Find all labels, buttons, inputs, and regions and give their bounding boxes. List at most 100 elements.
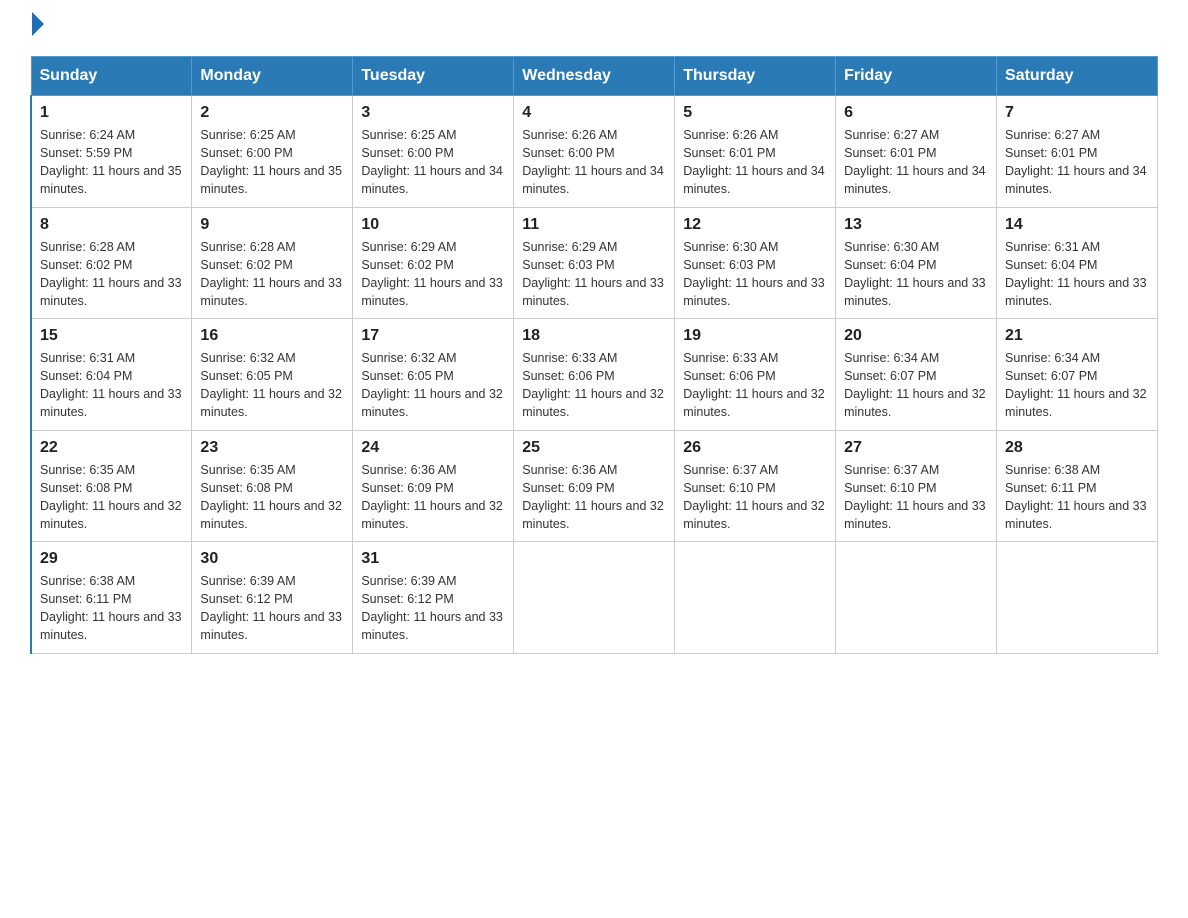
day-info: Sunrise: 6:34 AMSunset: 6:07 PMDaylight:… xyxy=(1005,349,1149,422)
day-number: 27 xyxy=(844,439,988,457)
calendar-week-row: 1Sunrise: 6:24 AMSunset: 5:59 PMDaylight… xyxy=(31,96,1158,208)
calendar-day-cell: 15 Sunrise: 6:31 AMSunset: 6:04 PMDayligh… xyxy=(31,319,192,431)
calendar-day-cell: 30 Sunrise: 6:39 AMSunset: 6:12 PMDayligh… xyxy=(192,542,353,654)
day-number: 31 xyxy=(361,550,505,568)
calendar-day-cell xyxy=(675,542,836,654)
calendar-day-cell: 12Sunrise: 6:30 AMSunset: 6:03 PMDayligh… xyxy=(675,207,836,319)
day-info: Sunrise: 6:25 AMSunset: 6:00 PMDaylight:… xyxy=(361,126,505,199)
day-number: 14 xyxy=(1005,216,1149,234)
weekday-header-tuesday: Tuesday xyxy=(353,57,514,96)
day-info: Sunrise: 6:28 AMSunset: 6:02 PMDaylight:… xyxy=(200,238,344,311)
day-info: Sunrise: 6:26 AMSunset: 6:01 PMDaylight:… xyxy=(683,126,827,199)
weekday-header-wednesday: Wednesday xyxy=(514,57,675,96)
calendar-day-cell: 22Sunrise: 6:35 AMSunset: 6:08 PMDayligh… xyxy=(31,430,192,542)
day-number: 2 xyxy=(200,104,344,122)
calendar-day-cell: 1Sunrise: 6:24 AMSunset: 5:59 PMDaylight… xyxy=(31,96,192,208)
calendar-day-cell: 21 Sunrise: 6:34 AMSunset: 6:07 PMDayligh… xyxy=(997,319,1158,431)
day-number: 30 xyxy=(200,550,344,568)
calendar-day-cell: 11 Sunrise: 6:29 AMSunset: 6:03 PMDayligh… xyxy=(514,207,675,319)
day-info: Sunrise: 6:31 AMSunset: 6:04 PMDaylight:… xyxy=(1005,238,1149,311)
day-number: 9 xyxy=(200,216,344,234)
day-info: Sunrise: 6:27 AMSunset: 6:01 PMDaylight:… xyxy=(844,126,988,199)
day-number: 8 xyxy=(40,216,183,234)
day-info: Sunrise: 6:36 AMSunset: 6:09 PMDaylight:… xyxy=(361,461,505,534)
weekday-header-thursday: Thursday xyxy=(675,57,836,96)
day-info: Sunrise: 6:33 AMSunset: 6:06 PMDaylight:… xyxy=(522,349,666,422)
day-info: Sunrise: 6:28 AMSunset: 6:02 PMDaylight:… xyxy=(40,238,183,311)
day-number: 28 xyxy=(1005,439,1149,457)
day-number: 3 xyxy=(361,104,505,122)
calendar-day-cell: 28 Sunrise: 6:38 AMSunset: 6:11 PMDayligh… xyxy=(997,430,1158,542)
day-info: Sunrise: 6:35 AMSunset: 6:08 PMDaylight:… xyxy=(40,461,183,534)
day-info: Sunrise: 6:33 AMSunset: 6:06 PMDaylight:… xyxy=(683,349,827,422)
day-number: 24 xyxy=(361,439,505,457)
logo-arrow-icon xyxy=(32,12,44,36)
weekday-header-friday: Friday xyxy=(836,57,997,96)
day-number: 10 xyxy=(361,216,505,234)
day-info: Sunrise: 6:39 AMSunset: 6:12 PMDaylight:… xyxy=(200,572,344,645)
day-info: Sunrise: 6:39 AMSunset: 6:12 PMDaylight:… xyxy=(361,572,505,645)
day-info: Sunrise: 6:29 AMSunset: 6:02 PMDaylight:… xyxy=(361,238,505,311)
calendar-day-cell: 6 Sunrise: 6:27 AMSunset: 6:01 PMDaylight… xyxy=(836,96,997,208)
calendar-day-cell: 10 Sunrise: 6:29 AMSunset: 6:02 PMDayligh… xyxy=(353,207,514,319)
calendar-day-cell: 13 Sunrise: 6:30 AMSunset: 6:04 PMDayligh… xyxy=(836,207,997,319)
page-header xyxy=(30,20,1158,36)
day-info: Sunrise: 6:38 AMSunset: 6:11 PMDaylight:… xyxy=(40,572,183,645)
day-number: 16 xyxy=(200,327,344,345)
calendar-day-cell: 24 Sunrise: 6:36 AMSunset: 6:09 PMDayligh… xyxy=(353,430,514,542)
day-number: 4 xyxy=(522,104,666,122)
day-info: Sunrise: 6:31 AMSunset: 6:04 PMDaylight:… xyxy=(40,349,183,422)
calendar-week-row: 15 Sunrise: 6:31 AMSunset: 6:04 PMDayligh… xyxy=(31,319,1158,431)
day-number: 5 xyxy=(683,104,827,122)
calendar-day-cell xyxy=(836,542,997,654)
calendar-day-cell: 29 Sunrise: 6:38 AMSunset: 6:11 PMDayligh… xyxy=(31,542,192,654)
calendar-day-cell: 7 Sunrise: 6:27 AMSunset: 6:01 PMDaylight… xyxy=(997,96,1158,208)
day-info: Sunrise: 6:27 AMSunset: 6:01 PMDaylight:… xyxy=(1005,126,1149,199)
calendar-week-row: 22Sunrise: 6:35 AMSunset: 6:08 PMDayligh… xyxy=(31,430,1158,542)
calendar-day-cell: 14 Sunrise: 6:31 AMSunset: 6:04 PMDayligh… xyxy=(997,207,1158,319)
calendar-day-cell: 27 Sunrise: 6:37 AMSunset: 6:10 PMDayligh… xyxy=(836,430,997,542)
calendar-day-cell: 9 Sunrise: 6:28 AMSunset: 6:02 PMDaylight… xyxy=(192,207,353,319)
day-info: Sunrise: 6:38 AMSunset: 6:11 PMDaylight:… xyxy=(1005,461,1149,534)
day-number: 21 xyxy=(1005,327,1149,345)
day-number: 29 xyxy=(40,550,183,568)
calendar-day-cell: 2 Sunrise: 6:25 AMSunset: 6:00 PMDaylight… xyxy=(192,96,353,208)
weekday-header-sunday: Sunday xyxy=(31,57,192,96)
day-info: Sunrise: 6:32 AMSunset: 6:05 PMDaylight:… xyxy=(361,349,505,422)
calendar-day-cell: 26Sunrise: 6:37 AMSunset: 6:10 PMDayligh… xyxy=(675,430,836,542)
day-info: Sunrise: 6:37 AMSunset: 6:10 PMDaylight:… xyxy=(844,461,988,534)
calendar-day-cell xyxy=(514,542,675,654)
calendar-day-cell: 23 Sunrise: 6:35 AMSunset: 6:08 PMDayligh… xyxy=(192,430,353,542)
day-info: Sunrise: 6:25 AMSunset: 6:00 PMDaylight:… xyxy=(200,126,344,199)
day-number: 7 xyxy=(1005,104,1149,122)
calendar-day-cell: 25Sunrise: 6:36 AMSunset: 6:09 PMDayligh… xyxy=(514,430,675,542)
day-number: 18 xyxy=(522,327,666,345)
day-number: 11 xyxy=(522,216,666,234)
day-info: Sunrise: 6:29 AMSunset: 6:03 PMDaylight:… xyxy=(522,238,666,311)
day-info: Sunrise: 6:30 AMSunset: 6:03 PMDaylight:… xyxy=(683,238,827,311)
day-number: 25 xyxy=(522,439,666,457)
day-number: 1 xyxy=(40,104,183,122)
day-number: 13 xyxy=(844,216,988,234)
day-number: 6 xyxy=(844,104,988,122)
day-number: 26 xyxy=(683,439,827,457)
day-number: 20 xyxy=(844,327,988,345)
day-info: Sunrise: 6:26 AMSunset: 6:00 PMDaylight:… xyxy=(522,126,666,199)
calendar-day-cell: 20 Sunrise: 6:34 AMSunset: 6:07 PMDayligh… xyxy=(836,319,997,431)
weekday-header-row: SundayMondayTuesdayWednesdayThursdayFrid… xyxy=(31,57,1158,96)
logo xyxy=(30,20,44,36)
calendar-day-cell: 16 Sunrise: 6:32 AMSunset: 6:05 PMDayligh… xyxy=(192,319,353,431)
calendar-week-row: 8 Sunrise: 6:28 AMSunset: 6:02 PMDaylight… xyxy=(31,207,1158,319)
day-number: 23 xyxy=(200,439,344,457)
calendar-day-cell: 19Sunrise: 6:33 AMSunset: 6:06 PMDayligh… xyxy=(675,319,836,431)
day-number: 17 xyxy=(361,327,505,345)
day-info: Sunrise: 6:34 AMSunset: 6:07 PMDaylight:… xyxy=(844,349,988,422)
day-info: Sunrise: 6:30 AMSunset: 6:04 PMDaylight:… xyxy=(844,238,988,311)
calendar-day-cell: 17 Sunrise: 6:32 AMSunset: 6:05 PMDayligh… xyxy=(353,319,514,431)
calendar-day-cell: 18 Sunrise: 6:33 AMSunset: 6:06 PMDayligh… xyxy=(514,319,675,431)
calendar-day-cell: 5 Sunrise: 6:26 AMSunset: 6:01 PMDaylight… xyxy=(675,96,836,208)
day-info: Sunrise: 6:35 AMSunset: 6:08 PMDaylight:… xyxy=(200,461,344,534)
day-info: Sunrise: 6:32 AMSunset: 6:05 PMDaylight:… xyxy=(200,349,344,422)
calendar-day-cell: 4 Sunrise: 6:26 AMSunset: 6:00 PMDaylight… xyxy=(514,96,675,208)
day-number: 15 xyxy=(40,327,183,345)
